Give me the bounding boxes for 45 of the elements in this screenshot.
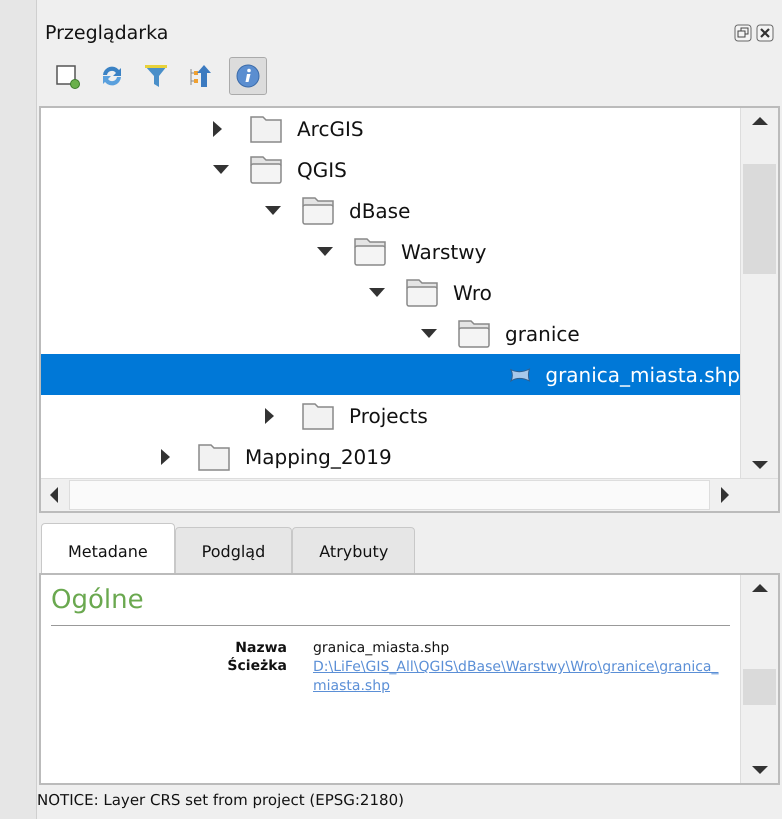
folder-icon — [249, 114, 283, 144]
tree-item[interactable]: granice — [41, 313, 740, 354]
tree-item[interactable]: Warstwy — [41, 231, 740, 272]
scroll-right-icon[interactable] — [720, 487, 730, 503]
field-label: Nazwa — [234, 640, 287, 656]
folder-icon — [457, 318, 491, 348]
tab[interactable]: Podgląd — [174, 527, 292, 573]
expanded-arrow-icon[interactable] — [369, 288, 385, 298]
scroll-up-icon[interactable] — [752, 116, 768, 126]
tab[interactable]: Metadane — [41, 523, 175, 573]
field-value: granica_miasta.shp — [313, 640, 450, 656]
collapsed-arrow-icon[interactable] — [265, 408, 275, 424]
tab[interactable]: Atrybuty — [292, 527, 416, 573]
tree-item[interactable]: Mapping_2019 — [41, 436, 740, 477]
tree-item[interactable]: QGIS — [41, 149, 740, 190]
scroll-left-icon[interactable] — [49, 487, 59, 503]
folder-icon — [301, 196, 335, 226]
tree-item[interactable]: Wro — [41, 272, 740, 313]
float-icon[interactable] — [734, 24, 752, 42]
status-message: NOTICE: Layer CRS set from project (EPSG:2180) — [37, 790, 405, 811]
tree-item[interactable]: ArcGIS — [41, 108, 740, 149]
folder-icon — [197, 442, 231, 472]
collapsed-arrow-icon[interactable] — [213, 120, 223, 136]
expanded-arrow-icon[interactable] — [421, 328, 437, 338]
section-heading: Ogólne — [51, 585, 730, 626]
scrollbar-thumb[interactable] — [69, 480, 710, 510]
info-button[interactable] — [229, 57, 267, 95]
panel-title: Przeglądarka — [45, 22, 168, 44]
scroll-down-icon[interactable] — [752, 460, 768, 470]
expanded-arrow-icon[interactable] — [213, 164, 229, 174]
close-icon[interactable] — [756, 24, 774, 42]
scroll-down-icon[interactable] — [752, 765, 768, 775]
expanded-arrow-icon[interactable] — [317, 246, 333, 256]
folder-icon — [353, 236, 387, 266]
folder-icon — [301, 400, 335, 430]
field-label: Ścieżka — [226, 658, 287, 676]
scroll-up-icon[interactable] — [752, 583, 768, 593]
folder-icon — [405, 278, 439, 308]
collapsed-arrow-icon[interactable] — [161, 448, 171, 464]
tree-item[interactable]: Projects — [41, 395, 740, 436]
expanded-arrow-icon[interactable] — [265, 206, 281, 216]
tree-item[interactable]: dBase — [41, 190, 740, 231]
tree-item[interactable]: granica_miasta.shp — [41, 354, 740, 395]
folder-icon — [249, 154, 283, 184]
info-icon — [235, 63, 261, 89]
